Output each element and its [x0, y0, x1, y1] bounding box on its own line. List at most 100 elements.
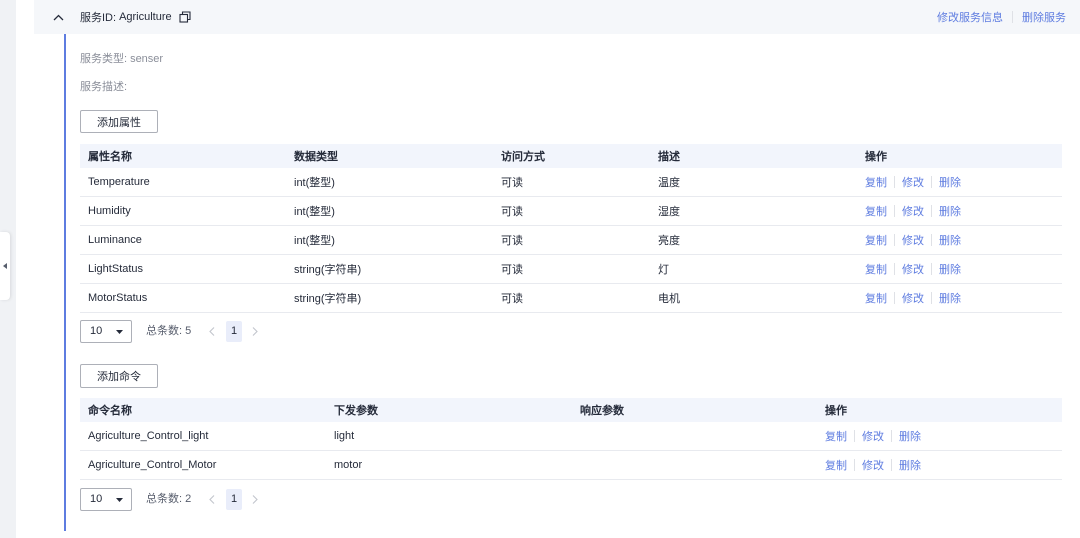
row-actions: 复制 修改 删除: [857, 290, 1062, 306]
divider: [1012, 11, 1013, 23]
delete-property-link[interactable]: 删除: [939, 174, 961, 190]
access-mode-cell: 可读: [501, 293, 523, 305]
divider: [931, 176, 932, 188]
total-count-value: 2: [185, 493, 192, 505]
command-params-cell: motor: [334, 459, 363, 471]
column-header-command-name: 命令名称: [88, 405, 132, 417]
column-header-response-params: 响应参数: [580, 405, 624, 417]
divider: [931, 234, 932, 246]
divider: [894, 176, 895, 188]
column-header-operations: 操作: [825, 405, 847, 417]
chevron-left-icon[interactable]: [209, 327, 215, 336]
service-title: 服务ID: Agriculture: [80, 0, 191, 34]
table-header: 命令名称 下发参数 响应参数 操作: [80, 398, 1062, 422]
description-cell: 电机: [658, 293, 680, 305]
column-header-data-type: 数据类型: [294, 151, 338, 163]
row-actions: 复制 修改 删除: [817, 428, 1062, 444]
divider: [894, 263, 895, 275]
divider: [894, 205, 895, 217]
data-type-cell: int(整型): [294, 206, 335, 218]
property-name-cell: Luminance: [88, 234, 142, 246]
edit-service-link[interactable]: 修改服务信息: [937, 9, 1003, 25]
service-type: 服务类型: senser: [80, 52, 163, 66]
service-type-label: 服务类型:: [80, 53, 128, 65]
edit-property-link[interactable]: 修改: [902, 174, 924, 190]
chevron-right-icon[interactable]: [252, 495, 258, 504]
table-row: Temperature int(整型) 可读 温度 复制 修改 删除: [80, 168, 1062, 197]
service-description-label: 服务描述:: [80, 81, 128, 93]
copy-icon[interactable]: [179, 11, 191, 23]
copy-command-link[interactable]: 复制: [825, 428, 847, 444]
service-panel: 服务ID: Agriculture 修改服务信息 删除服务 服务类型: sense…: [34, 0, 1080, 538]
property-name-cell: LightStatus: [88, 263, 144, 275]
table-row: MotorStatus string(字符串) 可读 电机 复制 修改 删除: [80, 284, 1062, 313]
commands-pagination: 10 总条数: 2 1: [80, 488, 280, 511]
divider: [891, 430, 892, 442]
row-actions: 复制 修改 删除: [857, 232, 1062, 248]
property-name-cell: MotorStatus: [88, 292, 148, 304]
column-header-access-mode: 访问方式: [501, 151, 545, 163]
chevron-left-icon[interactable]: [209, 495, 215, 504]
table-row: Humidity int(整型) 可读 湿度 复制 修改 删除: [80, 197, 1062, 226]
column-header-command-params: 下发参数: [334, 405, 378, 417]
copy-command-link[interactable]: 复制: [825, 457, 847, 473]
edit-property-link[interactable]: 修改: [902, 261, 924, 277]
service-header: 服务ID: Agriculture 修改服务信息 删除服务: [34, 0, 1080, 34]
page-button-current[interactable]: 1: [226, 489, 242, 510]
row-actions: 复制 修改 删除: [817, 457, 1062, 473]
delete-property-link[interactable]: 删除: [939, 290, 961, 306]
divider: [854, 430, 855, 442]
table-row: Agriculture_Control_light light 复制 修改 删除: [80, 422, 1062, 451]
copy-property-link[interactable]: 复制: [865, 203, 887, 219]
sidebar-strip: [0, 0, 16, 538]
service-description: 服务描述:: [80, 80, 127, 94]
chevron-up-icon[interactable]: [53, 14, 64, 21]
copy-property-link[interactable]: 复制: [865, 261, 887, 277]
delete-property-link[interactable]: 删除: [939, 203, 961, 219]
copy-property-link[interactable]: 复制: [865, 290, 887, 306]
edit-property-link[interactable]: 修改: [902, 290, 924, 306]
delete-command-link[interactable]: 删除: [899, 428, 921, 444]
edit-command-link[interactable]: 修改: [862, 457, 884, 473]
data-type-cell: int(整型): [294, 235, 335, 247]
copy-property-link[interactable]: 复制: [865, 232, 887, 248]
divider: [894, 292, 895, 304]
commands-table: 命令名称 下发参数 响应参数 操作 Agriculture_Control_li…: [80, 398, 1062, 480]
delete-property-link[interactable]: 删除: [939, 232, 961, 248]
column-header-operations: 操作: [865, 151, 887, 163]
delete-service-link[interactable]: 删除服务: [1022, 9, 1066, 25]
edit-command-link[interactable]: 修改: [862, 428, 884, 444]
data-type-cell: int(整型): [294, 177, 335, 189]
total-count-label: 总条数:: [146, 325, 183, 337]
table-row: Luminance int(整型) 可读 亮度 复制 修改 删除: [80, 226, 1062, 255]
chevron-right-icon[interactable]: [252, 327, 258, 336]
total-count: 总条数: 5: [146, 320, 191, 343]
total-count-value: 5: [185, 325, 192, 337]
data-type-cell: string(字符串): [294, 293, 362, 305]
delete-property-link[interactable]: 删除: [939, 261, 961, 277]
column-header-description: 描述: [658, 151, 680, 163]
row-actions: 复制 修改 删除: [857, 261, 1062, 277]
edit-property-link[interactable]: 修改: [902, 232, 924, 248]
edit-property-link[interactable]: 修改: [902, 203, 924, 219]
delete-command-link[interactable]: 删除: [899, 457, 921, 473]
sidebar-toggle-handle[interactable]: [0, 232, 10, 300]
total-count-label: 总条数:: [146, 493, 183, 505]
divider: [931, 205, 932, 217]
properties-pagination: 10 总条数: 5 1: [80, 320, 280, 343]
caret-down-icon: [116, 330, 123, 334]
service-id-value: Agriculture: [119, 11, 172, 23]
page-button-current[interactable]: 1: [226, 321, 242, 342]
add-property-button[interactable]: 添加属性: [80, 110, 158, 133]
table-row: LightStatus string(字符串) 可读 灯 复制 修改 删除: [80, 255, 1062, 284]
add-command-button[interactable]: 添加命令: [80, 364, 158, 388]
page-size-select[interactable]: 10: [80, 320, 132, 343]
row-actions: 复制 修改 删除: [857, 203, 1062, 219]
page-size-select[interactable]: 10: [80, 488, 132, 511]
copy-property-link[interactable]: 复制: [865, 174, 887, 190]
total-count: 总条数: 2: [146, 488, 191, 511]
divider: [894, 234, 895, 246]
command-name-cell: Agriculture_Control_light: [88, 430, 209, 442]
page-size-value: 10: [90, 325, 103, 337]
access-mode-cell: 可读: [501, 235, 523, 247]
